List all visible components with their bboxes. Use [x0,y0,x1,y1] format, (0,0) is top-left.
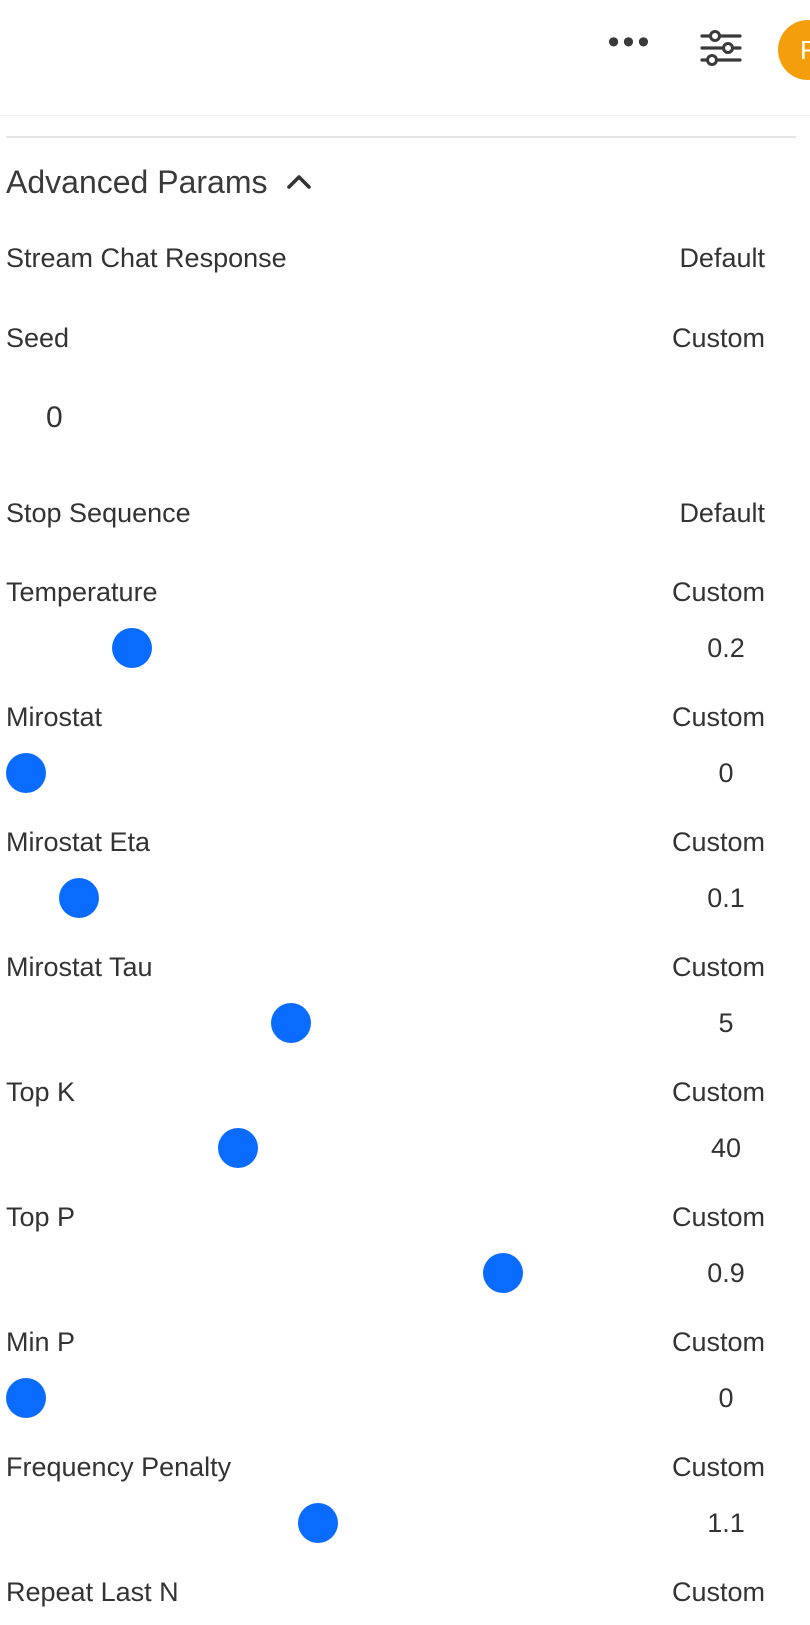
slider-thumb[interactable] [271,1003,311,1043]
controls-button[interactable] [698,28,744,72]
top-k-slider[interactable] [6,1128,576,1168]
param-label-top-k: Top K [6,1077,76,1107]
param-mode-repeat-last-n-button[interactable]: Custom [672,1574,765,1610]
param-mode-seed-button[interactable]: Custom [672,320,765,356]
more-options-button[interactable]: ••• [605,25,655,70]
param-label-seed: Seed [6,323,70,353]
top-p-value: 0.9 [707,1258,745,1288]
chevron-up-icon [287,175,312,189]
param-mode-stream-button[interactable]: Default [679,240,765,276]
param-mode-mirostat-button[interactable]: Custom [672,699,765,735]
param-label-mirostat: Mirostat [6,702,103,732]
chat-controls-panel: ••• F Advanced Params Stream Chat Respon… [0,0,810,1625]
param-mode-top-p-button[interactable]: Custom [672,1199,765,1235]
param-mode-frequency-penalty-button[interactable]: Custom [672,1449,765,1485]
param-mode-stop-button[interactable]: Default [679,495,765,531]
top-bar: ••• F [0,0,810,116]
mirostat-slider[interactable] [6,753,576,793]
slider-thumb[interactable] [59,878,99,918]
slider-thumb[interactable] [483,1253,523,1293]
user-avatar[interactable]: F [778,20,810,80]
mirostat-value: 0 [718,758,734,788]
advanced-params-toggle[interactable]: Advanced Params [6,160,315,204]
param-label-mirostat-tau: Mirostat Tau [6,952,153,982]
slider-thumb[interactable] [6,1378,46,1418]
param-mode-temperature-button[interactable]: Custom [672,574,765,610]
param-label-min-p: Min P [6,1327,76,1357]
slider-thumb[interactable] [218,1128,258,1168]
frequency-penalty-slider[interactable] [6,1503,576,1543]
param-mode-min-p-button[interactable]: Custom [672,1324,765,1360]
slider-thumb[interactable] [112,628,152,668]
param-label-mirostat-eta: Mirostat Eta [6,827,151,857]
param-label-frequency-penalty: Frequency Penalty [6,1452,232,1482]
min-p-value: 0 [718,1383,734,1413]
param-label-top-p: Top P [6,1202,76,1232]
mirostat-eta-slider[interactable] [6,878,576,918]
slider-thumb[interactable] [6,753,46,793]
param-label-stop: Stop Sequence [6,498,191,528]
param-label-stream: Stream Chat Response [6,243,287,273]
param-mode-mirostat-eta-button[interactable]: Custom [672,824,765,860]
temperature-value: 0.2 [707,633,745,663]
min-p-slider[interactable] [6,1378,576,1418]
mirostat-tau-slider[interactable] [6,1003,576,1043]
param-label-temperature: Temperature [6,577,158,607]
section-title: Advanced Params [6,163,268,200]
param-label-repeat-last-n: Repeat Last N [6,1577,179,1607]
param-mode-mirostat-tau-button[interactable]: Custom [672,949,765,985]
temperature-slider[interactable] [6,628,576,668]
divider [6,136,796,138]
sliders-icon [700,30,742,66]
mirostat-tau-value: 5 [718,1008,734,1038]
param-mode-top-k-button[interactable]: Custom [672,1074,765,1110]
frequency-penalty-value: 1.1 [707,1508,745,1538]
seed-input[interactable] [6,398,306,438]
top-p-slider[interactable] [6,1253,576,1293]
more-horizontal-icon: ••• [607,23,653,61]
top-k-value: 40 [710,1133,742,1163]
slider-thumb[interactable] [297,1503,338,1543]
mirostat-eta-value: 0.1 [707,883,745,913]
